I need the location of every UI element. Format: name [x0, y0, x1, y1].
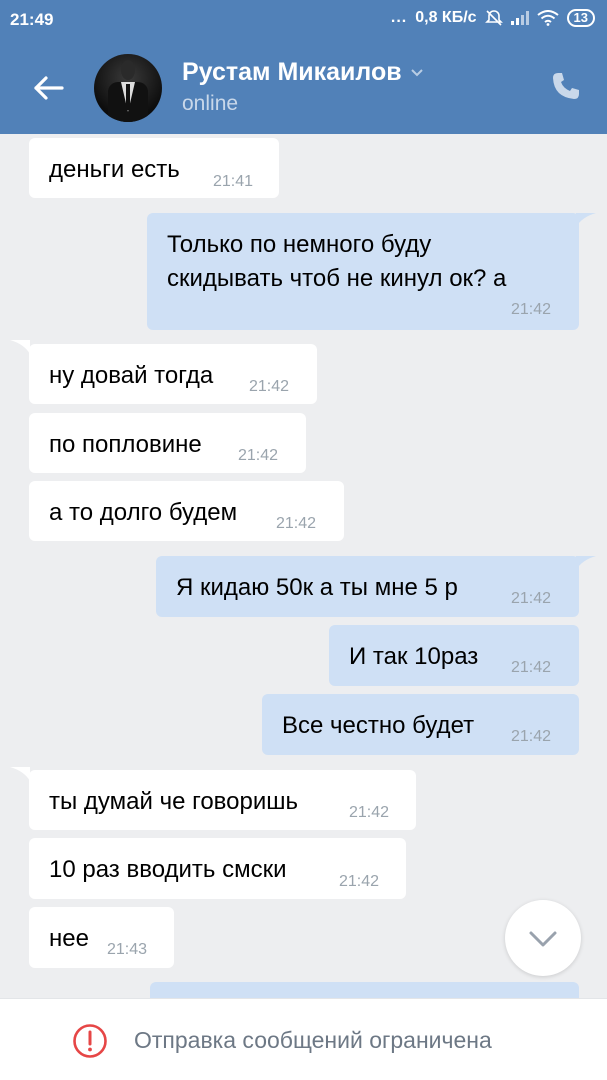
message-bubble[interactable]: И так 10раз 21:42 — [329, 625, 579, 686]
message-bubble[interactable]: а то долго будем 21:42 — [29, 481, 344, 541]
message-bubble[interactable]: Только по немного буду скидывать чтоб не… — [147, 213, 579, 330]
bubble-tail-icon — [10, 767, 30, 781]
more-dots: ... — [390, 9, 408, 26]
message-bubble[interactable]: ты думай че говоришь 21:42 — [29, 770, 416, 830]
message-bubble[interactable]: деньги есть 21:41 — [29, 138, 279, 198]
message-time: 21:42 — [276, 515, 317, 532]
message-time: 21:42 — [511, 728, 552, 745]
message-time: 21:42 — [511, 590, 552, 607]
compose-bar: Отправка сообщений ограничена — [0, 998, 607, 1080]
top-bar: 21:49 ... 0,8 КБ/с 13 Рустам Микаилов on… — [0, 0, 607, 134]
message-text: а то долго будем — [49, 499, 238, 526]
message-text: 10 раз вводить смски — [49, 856, 287, 883]
message-time: 21:42 — [349, 804, 390, 821]
message-bubble[interactable]: ну довай тогда 21:42 — [29, 344, 317, 404]
contact-name-label: Рустам Микаилов — [182, 58, 402, 86]
message-bubble[interactable]: по попловине 21:42 — [29, 413, 306, 473]
scroll-to-bottom-button[interactable] — [505, 900, 581, 976]
bubble-tail-icon — [576, 556, 596, 570]
message-bubble[interactable]: нее 21:43 — [29, 907, 174, 968]
message-time: 21:42 — [238, 447, 279, 464]
back-arrow-icon[interactable] — [30, 70, 66, 106]
chat-header: Рустам Микаилов online — [0, 40, 607, 134]
message-text: Только по немного буду — [167, 231, 432, 258]
message-text: Все честно будет — [282, 712, 475, 739]
message-list[interactable]: деньги есть 21:41 Только по немного буду… — [0, 134, 607, 998]
message-text: Я кидаю 50к а ты мне 5 р — [176, 574, 458, 601]
phone-icon[interactable] — [550, 70, 582, 102]
message-text: деньги есть — [49, 156, 180, 183]
message-time: 21:42 — [511, 301, 552, 318]
warning-icon — [73, 1024, 107, 1058]
message-bubble-partial[interactable] — [150, 982, 579, 998]
message-text: нее — [49, 925, 89, 952]
message-bubble[interactable]: 10 раз вводить смски 21:42 — [29, 838, 406, 899]
restriction-message: Отправка сообщений ограничена — [134, 1027, 492, 1053]
wifi-icon — [536, 10, 559, 26]
signal-icon — [510, 11, 529, 25]
bubble-tail-icon — [576, 213, 596, 227]
status-bar: 21:49 ... 0,8 КБ/с 13 — [0, 0, 607, 40]
message-text: И так 10раз — [349, 643, 479, 670]
message-time: 21:42 — [339, 873, 380, 890]
battery-icon: 13 — [566, 9, 595, 27]
chevron-down-icon — [529, 931, 557, 947]
message-text: ты думай че говоришь — [49, 788, 298, 815]
status-time: 21:49 — [10, 10, 54, 29]
message-time: 21:42 — [511, 659, 552, 676]
contact-name[interactable]: Рустам Микаилов — [182, 58, 424, 87]
status-icons: ... 0,8 КБ/с 13 — [391, 9, 595, 27]
message-bubble[interactable]: Все честно будет 21:42 — [262, 694, 579, 755]
message-time: 21:42 — [249, 378, 290, 395]
message-time: 21:43 — [107, 941, 148, 958]
message-bubble[interactable]: Я кидаю 50к а ты мне 5 р 21:42 — [156, 556, 579, 617]
message-time: 21:41 — [213, 173, 254, 190]
mute-bell-icon — [484, 10, 503, 26]
message-text: ну довай тогда — [49, 362, 214, 389]
message-text: по попловине — [49, 431, 202, 458]
network-speed: 0,8 КБ/с — [415, 9, 477, 26]
presence-status: online — [182, 92, 239, 115]
bubble-tail-icon — [10, 340, 30, 354]
avatar[interactable] — [94, 54, 162, 122]
message-text-line2: скидывать чтоб не кинул ок? а — [167, 265, 507, 292]
chevron-down-icon — [410, 68, 423, 76]
